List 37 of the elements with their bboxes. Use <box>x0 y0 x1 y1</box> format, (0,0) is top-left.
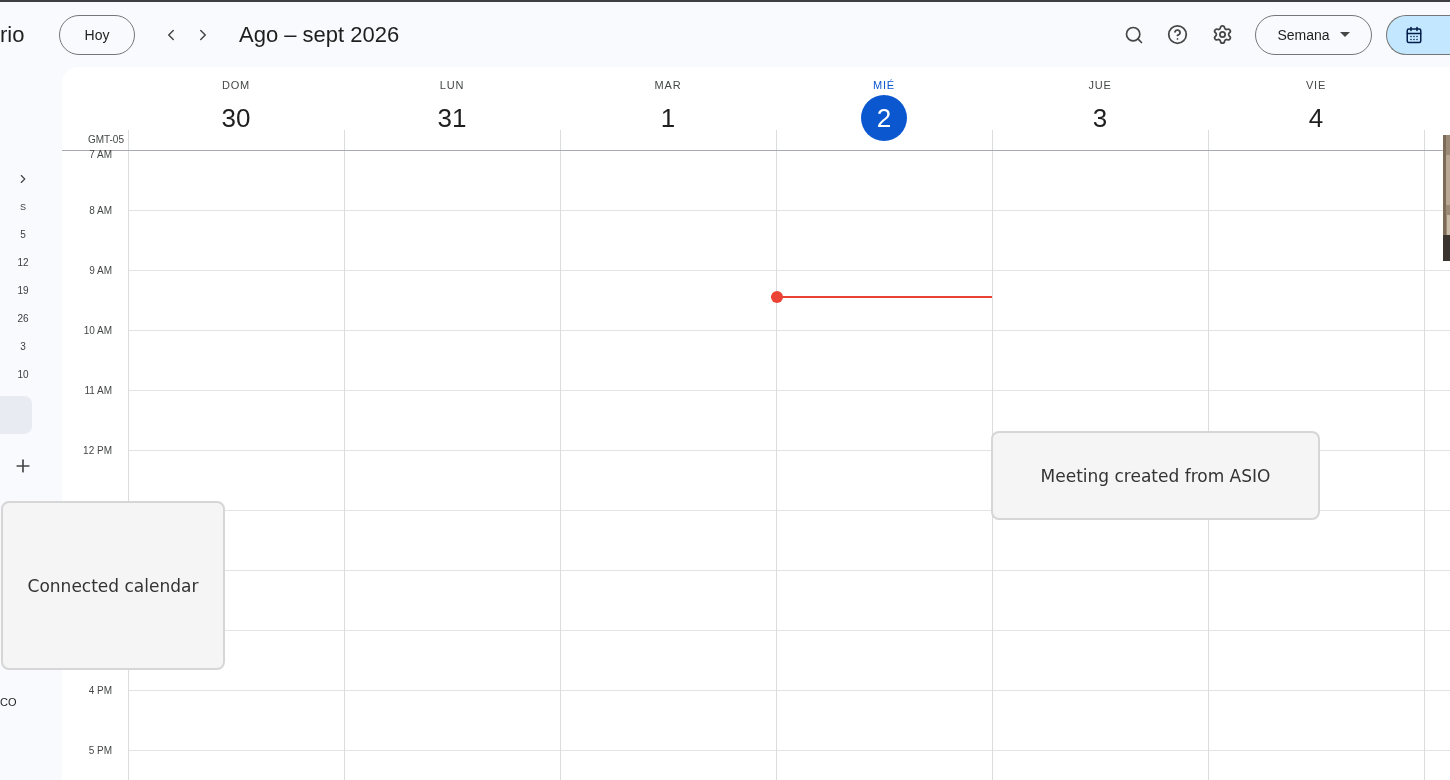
day-number[interactable]: 30 <box>213 95 259 141</box>
calendar-view-toggle[interactable] <box>1386 14 1450 55</box>
hour-label: 9 AM <box>89 265 112 276</box>
mini-calendar-day[interactable]: 26 <box>0 305 46 333</box>
hour-label: 12 PM <box>83 445 112 456</box>
day-number[interactable]: 31 <box>429 95 475 141</box>
mini-calendar-day[interactable]: 10 <box>0 361 46 389</box>
mini-calendar-day[interactable]: 5 <box>0 221 46 249</box>
weekday-label: JUE <box>1088 79 1112 91</box>
weekday-label: S <box>19 201 27 214</box>
mini-calendar-day[interactable]: 12 <box>0 249 46 277</box>
day-number[interactable]: 1 <box>645 95 691 141</box>
day-number[interactable]: 2 <box>861 95 907 141</box>
hour-label: 4 PM <box>88 685 112 696</box>
popup-card: Connected calendar <box>1 501 225 670</box>
weekday-label: VIE <box>1305 79 1327 91</box>
hour-label: 5 PM <box>88 745 112 756</box>
weekday-label: MIÉ <box>873 79 895 91</box>
weekday-label: LUN <box>439 79 465 91</box>
calendar-icon <box>1405 25 1423 44</box>
day-number[interactable]: 3 <box>1077 95 1123 141</box>
mini-calendar-day[interactable]: 3 <box>0 333 46 361</box>
hour-label: 7 AM <box>89 149 112 160</box>
weekday-label: DOM <box>221 79 251 91</box>
sidebar-label: CO <box>0 696 17 708</box>
hour-label: 10 AM <box>83 325 112 336</box>
timezone-label: GMT-05 <box>87 134 124 145</box>
mini-calendar-day[interactable]: 19 <box>0 277 46 305</box>
hour-label: 11 AM <box>84 385 112 396</box>
date-range-title: Ago – sept 2026 <box>239 21 400 48</box>
day-number[interactable]: 4 <box>1293 95 1339 141</box>
popup-card: Meeting created from ASIO <box>991 431 1320 520</box>
day-column[interactable] <box>1424 151 1450 780</box>
weekday-label: MAR <box>654 79 682 91</box>
caret-icon <box>1339 31 1350 38</box>
app-title: rio <box>0 21 26 48</box>
hour-label: 8 AM <box>89 205 112 216</box>
